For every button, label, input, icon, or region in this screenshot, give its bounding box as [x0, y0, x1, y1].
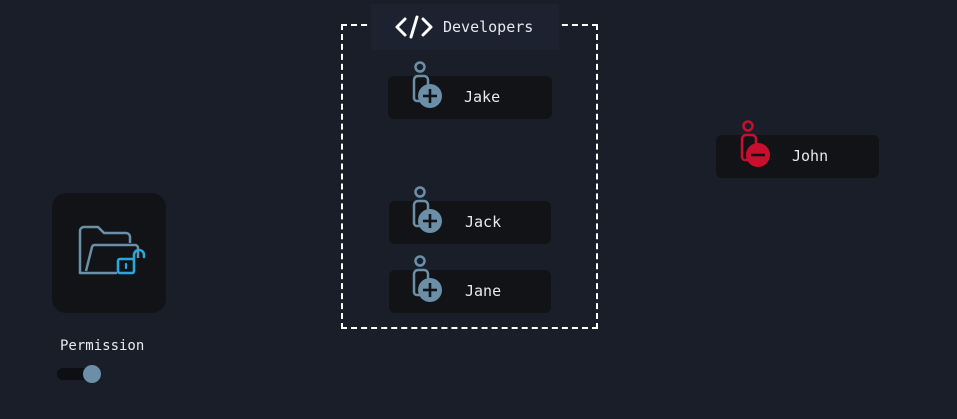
- code-icon: [395, 15, 433, 39]
- folder-lock-icon: [78, 225, 146, 275]
- permission-tile[interactable]: [52, 193, 166, 313]
- user-name: Jake: [464, 88, 501, 106]
- toggle-knob[interactable]: [83, 365, 101, 383]
- user-add-icon: [412, 61, 442, 108]
- user-remove-icon: [740, 120, 770, 167]
- group-title: Developers: [443, 18, 534, 36]
- group-header: Developers: [371, 4, 559, 50]
- permission-toggle[interactable]: [57, 365, 101, 383]
- user-name: Jane: [465, 282, 502, 300]
- user-name: Jack: [465, 213, 502, 231]
- user-add-icon: [412, 186, 442, 233]
- user-name: John: [792, 147, 829, 165]
- permission-label: Permission: [60, 338, 145, 354]
- user-add-icon: [412, 255, 442, 302]
